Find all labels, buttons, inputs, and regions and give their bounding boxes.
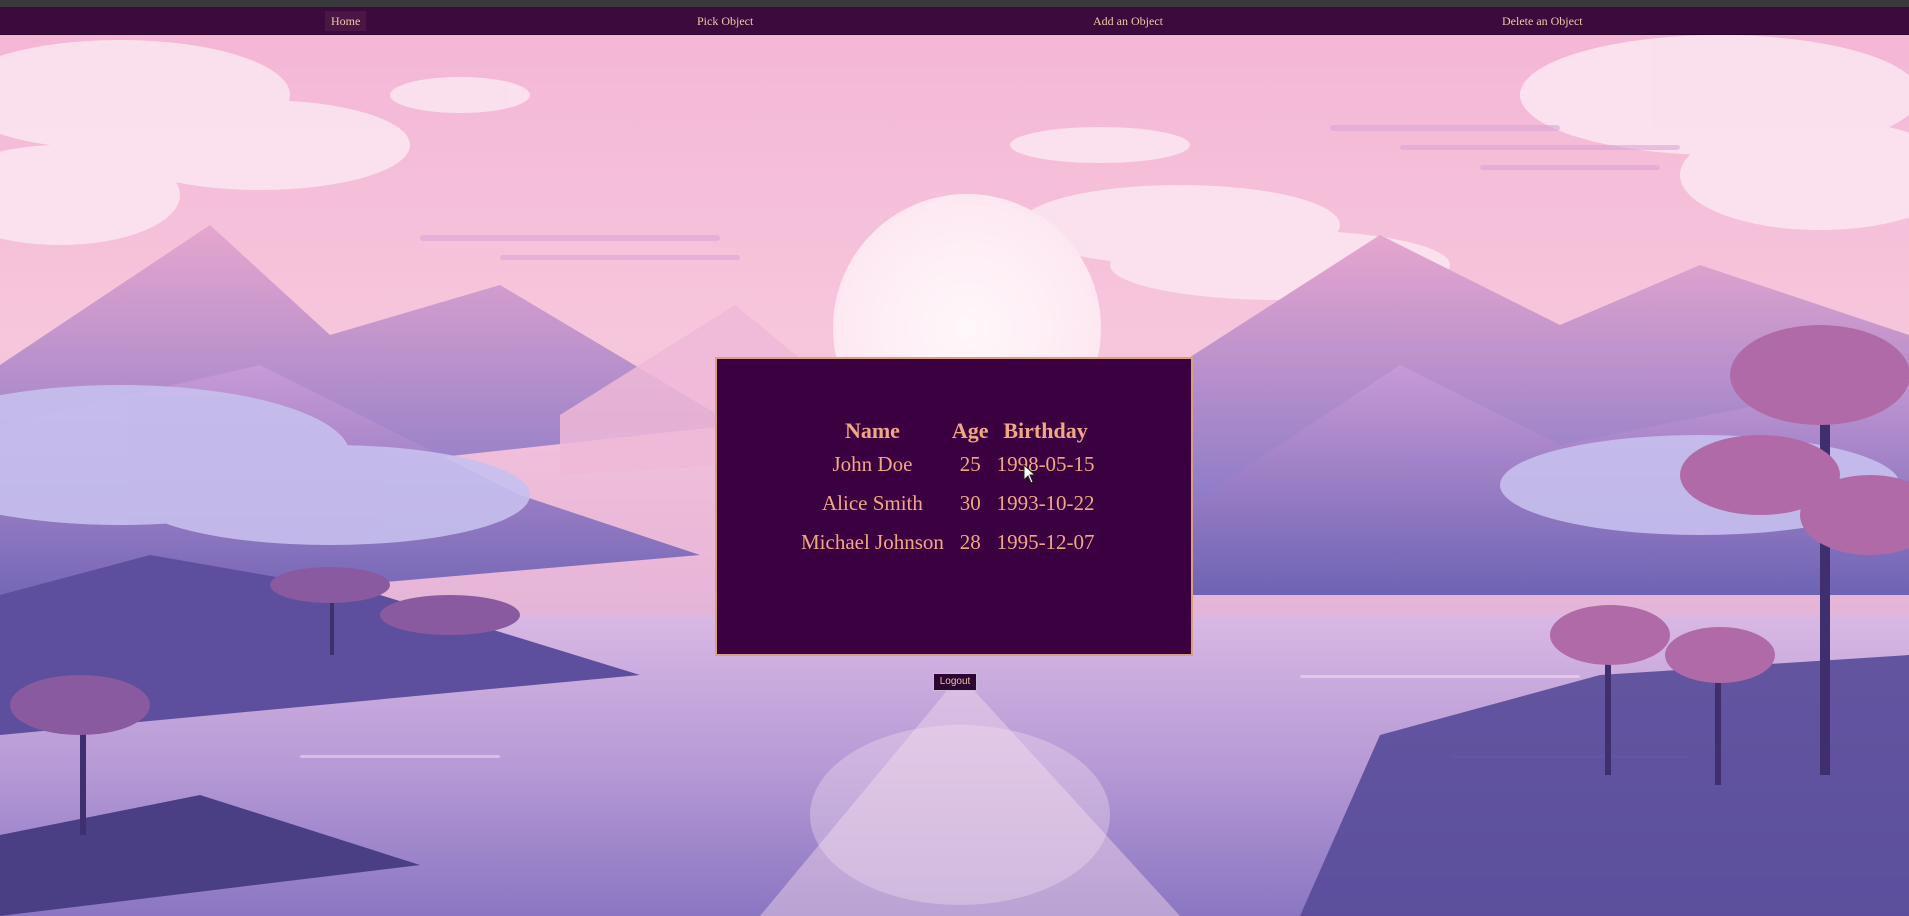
window-top-strip <box>0 0 1909 7</box>
cell-name: Michael Johnson <box>801 530 944 554</box>
table-header-row: Name Age Birthday <box>797 414 1099 446</box>
nav-add-object[interactable]: Add an Object <box>1093 11 1163 31</box>
table-row: John Doe 25 1998-05-15 <box>797 446 1099 485</box>
people-table: Name Age Birthday John Doe 25 1998-05-15… <box>797 414 1099 563</box>
table-row: Michael Johnson 28 1995-12-07 <box>797 524 1099 563</box>
data-table-panel: Name Age Birthday John Doe 25 1998-05-15… <box>715 357 1193 656</box>
cell-birthday: 1998-05-15 <box>996 452 1095 476</box>
column-header-age: Age <box>951 418 989 443</box>
table-row: Alice Smith 30 1993-10-22 <box>797 485 1099 524</box>
cell-age: 25 <box>959 452 981 476</box>
mouse-pointer-icon <box>1023 464 1037 484</box>
cell-name: Alice Smith <box>821 491 923 515</box>
cell-birthday: 1995-12-07 <box>996 530 1095 554</box>
column-header-name: Name <box>844 418 900 443</box>
nav-bar: Home Pick Object Add an Object Delete an… <box>0 7 1909 35</box>
nav-home[interactable]: Home <box>325 11 367 31</box>
cell-name: John Doe <box>832 452 913 476</box>
cell-birthday: 1993-10-22 <box>996 491 1095 515</box>
column-header-birthday: Birthday <box>1003 418 1088 443</box>
nav-delete-object[interactable]: Delete an Object <box>1502 11 1583 31</box>
nav-pick-object[interactable]: Pick Object <box>697 11 753 31</box>
logout-button[interactable]: Logout <box>933 673 977 691</box>
cell-age: 28 <box>959 530 981 554</box>
cell-age: 30 <box>959 491 981 515</box>
